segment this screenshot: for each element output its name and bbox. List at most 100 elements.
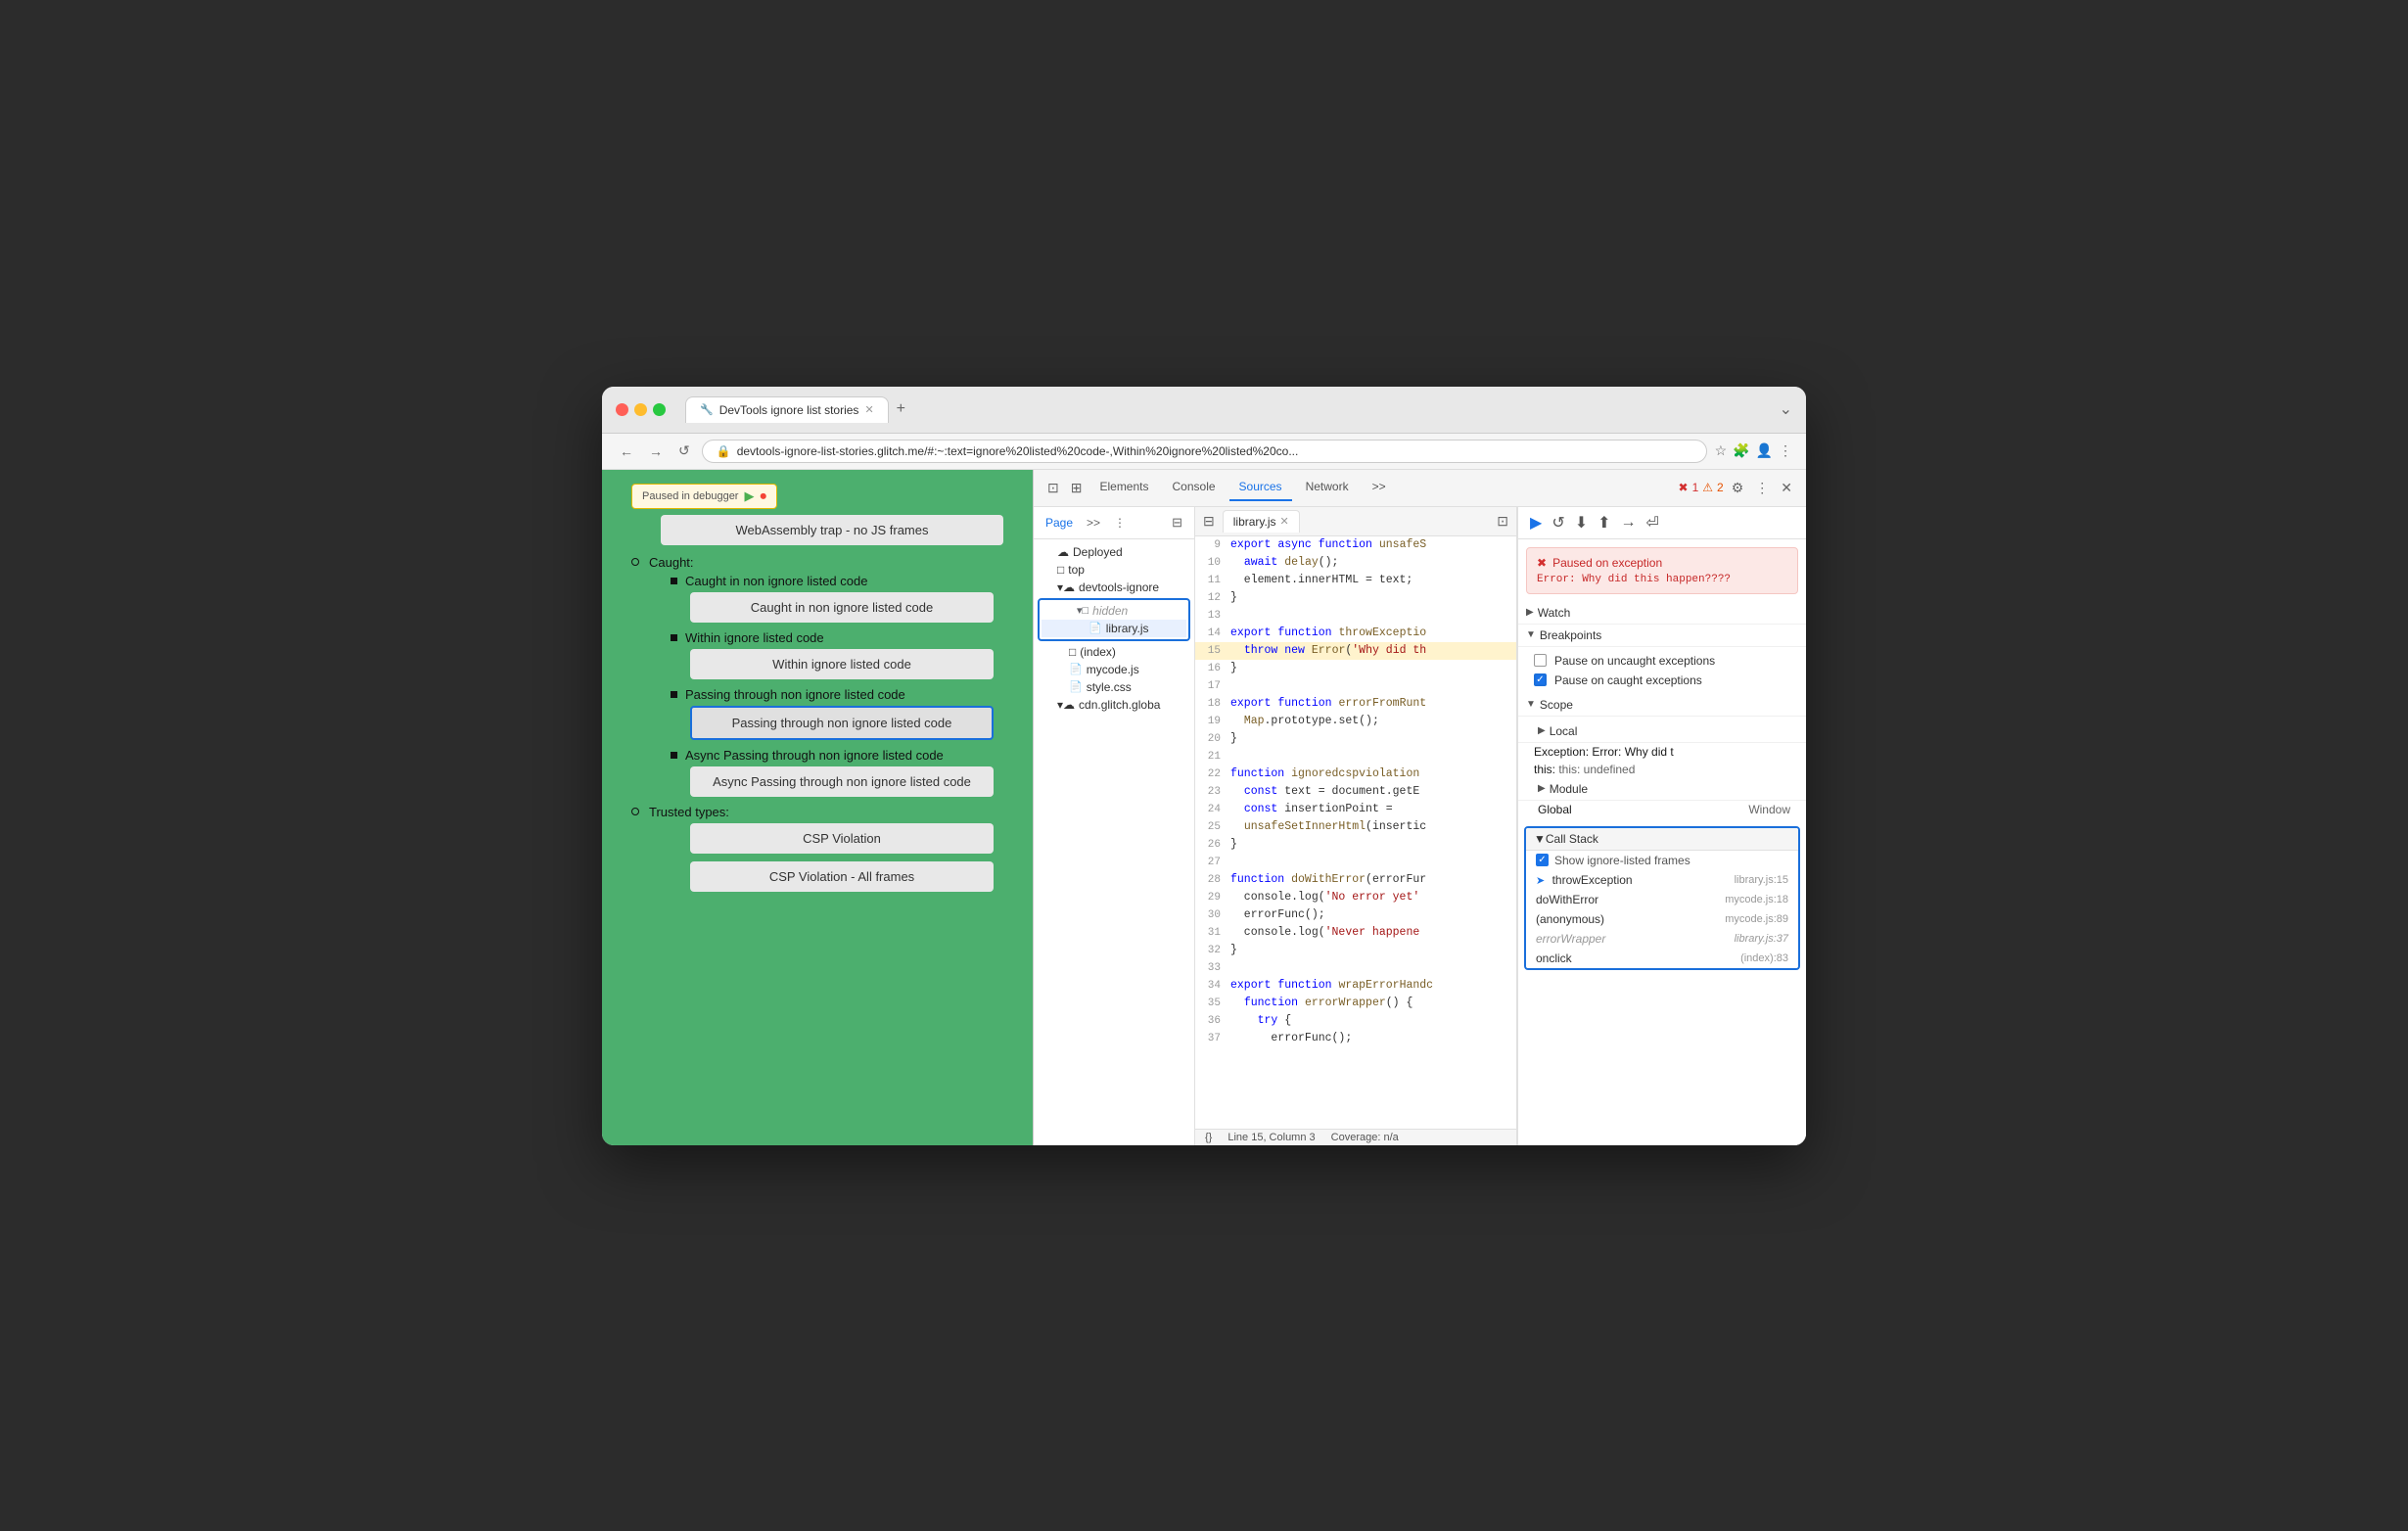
forward-button[interactable]: → (645, 441, 667, 461)
code-line-9: 9 export async function unsafeS (1195, 536, 1516, 554)
global-item: Global Window (1518, 801, 1806, 818)
page-nav-button[interactable]: Page (1042, 512, 1077, 534)
page-icon: □ (1069, 645, 1076, 659)
sources-menu-button[interactable]: ⋮ (1110, 512, 1130, 534)
code-line-24: 24 const insertionPoint = (1195, 801, 1516, 818)
scope-section-header[interactable]: ▼ Scope (1518, 694, 1806, 717)
step-over-button[interactable]: ↺ (1548, 511, 1568, 534)
tab-bar: 🔧 DevTools ignore list stories ✕ + (685, 396, 1770, 423)
back-button[interactable]: ← (616, 441, 637, 461)
bullet-circle-trusted-icon (631, 808, 639, 815)
toggle-sidebar-button[interactable]: ⊟ (1168, 511, 1186, 534)
watch-section-header[interactable]: ▶ Watch (1518, 602, 1806, 625)
close-tab-button[interactable]: ✕ (1280, 515, 1289, 528)
frame-onclick[interactable]: onclick (index):83 (1526, 949, 1798, 968)
tree-top[interactable]: □ top (1034, 561, 1194, 579)
tab-elements[interactable]: Elements (1089, 474, 1158, 501)
step-out-button[interactable]: ⬆ (1594, 511, 1614, 534)
code-line-28: 28 function doWithError(errorFur (1195, 871, 1516, 889)
code-line-33: 33 (1195, 959, 1516, 977)
call-stack-content: ✓ Show ignore-listed frames ➤ throwExcep… (1526, 851, 1798, 968)
caught-label: Caught: (649, 555, 694, 570)
tree-deployed[interactable]: ☁ Deployed (1034, 543, 1194, 561)
close-button[interactable] (616, 403, 628, 416)
tree-mycode-js[interactable]: 📄 mycode.js (1034, 661, 1194, 678)
frame-throwException[interactable]: ➤ throwException library.js:15 (1526, 870, 1798, 890)
more-sources-button[interactable]: >> (1083, 512, 1104, 534)
tab-network[interactable]: Network (1296, 474, 1359, 501)
module-section-header[interactable]: ▶ Module (1518, 778, 1806, 801)
maximize-button[interactable] (653, 403, 666, 416)
local-section-header[interactable]: ▶ Local (1518, 720, 1806, 743)
caught-non-ignore-box[interactable]: Caught in non ignore listed code (690, 592, 994, 623)
browser-window: 🔧 DevTools ignore list stories ✕ + ⌄ ← →… (602, 387, 1806, 1145)
tree-library-js[interactable]: 📄 library.js (1042, 620, 1186, 637)
show-ignore-frames: ✓ Show ignore-listed frames (1526, 851, 1798, 870)
pause-caught-checkbox[interactable]: ✓ (1534, 673, 1547, 686)
index-label: (index) (1080, 645, 1116, 659)
devtools-dock-button[interactable]: ⊡ (1043, 476, 1063, 500)
account-button[interactable]: 👤 (1756, 442, 1773, 459)
csp-violation-all-box[interactable]: CSP Violation - All frames (690, 861, 994, 892)
tree-cdn[interactable]: ▾☁ cdn.glitch.globa (1034, 696, 1194, 714)
toggle-format-button[interactable]: ⊡ (1493, 509, 1512, 534)
tree-hidden[interactable]: ▾□ hidden (1042, 602, 1186, 620)
show-ignore-checkbox[interactable]: ✓ (1536, 854, 1549, 866)
code-line-30: 30 errorFunc(); (1195, 906, 1516, 924)
record-icon[interactable]: ⏺ (760, 488, 766, 504)
more-options-button[interactable]: ⋮ (1751, 476, 1773, 500)
async-passing-box[interactable]: Async Passing through non ignore listed … (690, 766, 994, 797)
code-line-19: 19 Map.prototype.set(); (1195, 713, 1516, 730)
code-line-20: 20 } (1195, 730, 1516, 748)
within-ignore-box[interactable]: Within ignore listed code (690, 649, 994, 679)
step-into-button[interactable]: ⬇ (1571, 511, 1592, 534)
tree-devtools-ignore[interactable]: ▾☁ devtools-ignore (1034, 579, 1194, 596)
tab-close-button[interactable]: ✕ (864, 403, 873, 416)
step-button[interactable]: → (1617, 512, 1641, 534)
code-line-13: 13 (1195, 607, 1516, 625)
tab-title: DevTools ignore list stories (719, 403, 859, 417)
close-devtools-button[interactable]: ✕ (1777, 476, 1796, 500)
library-js-tab[interactable]: library.js ✕ (1223, 510, 1300, 533)
code-area[interactable]: 9 export async function unsafeS 10 await… (1195, 536, 1516, 1129)
pause-uncaught-checkbox[interactable] (1534, 654, 1547, 667)
extensions-button[interactable]: 🧩 (1733, 442, 1749, 459)
tab-console[interactable]: Console (1163, 474, 1226, 501)
play-icon[interactable]: ▶ (744, 488, 754, 504)
address-actions: ☆ 🧩 👤 ⋮ (1715, 442, 1792, 459)
title-bar: 🔧 DevTools ignore list stories ✕ + ⌄ (602, 387, 1806, 434)
bookmark-button[interactable]: ☆ (1715, 442, 1728, 459)
tree-index[interactable]: □ (index) (1034, 643, 1194, 661)
frame-anonymous[interactable]: (anonymous) mycode.js:89 (1526, 909, 1798, 929)
item2-label: Within ignore listed code (671, 630, 1013, 645)
code-line-32: 32 } (1195, 942, 1516, 959)
csp-violation-box[interactable]: CSP Violation (690, 823, 994, 854)
call-stack-header[interactable]: ▼ Call Stack (1526, 828, 1798, 851)
paused-badge: Paused in debugger ▶ ⏺ (631, 484, 777, 509)
active-tab[interactable]: 🔧 DevTools ignore list stories ✕ (685, 396, 889, 423)
new-tab-button[interactable]: + (897, 400, 905, 418)
library-js-label: library.js (1106, 622, 1149, 635)
settings-button[interactable]: ⚙ (1728, 476, 1748, 500)
frame-doWithError[interactable]: doWithError mycode.js:18 (1526, 890, 1798, 909)
passing-through-box[interactable]: Passing through non ignore listed code (690, 706, 994, 740)
tab-more[interactable]: >> (1363, 474, 1396, 501)
tree-style-css[interactable]: 📄 style.css (1034, 678, 1194, 696)
devtools-inspect-button[interactable]: ⊞ (1067, 476, 1087, 500)
resume-button[interactable]: ▶ (1526, 511, 1546, 534)
url-bar[interactable]: 🔒 devtools-ignore-list-stories.glitch.me… (702, 440, 1707, 463)
menu-button[interactable]: ⋮ (1779, 442, 1792, 459)
deactivate-button[interactable]: ⏎ (1643, 511, 1663, 534)
code-line-17: 17 (1195, 677, 1516, 695)
frame-errorWrapper[interactable]: errorWrapper library.js:37 (1526, 929, 1798, 949)
toggle-navigator-button[interactable]: ⊟ (1199, 509, 1219, 534)
code-editor: ⊟ library.js ✕ ⊡ 9 export async function… (1195, 507, 1517, 1145)
item3-label: Passing through non ignore listed code (671, 687, 1013, 702)
code-line-21: 21 (1195, 748, 1516, 766)
coverage: Coverage: n/a (1331, 1132, 1399, 1143)
minimize-button[interactable] (634, 403, 647, 416)
tab-sources[interactable]: Sources (1229, 474, 1292, 501)
reload-button[interactable]: ↺ (674, 441, 694, 461)
breakpoints-section-header[interactable]: ▼ Breakpoints (1518, 625, 1806, 647)
code-line-37: 37 errorFunc(); (1195, 1030, 1516, 1047)
